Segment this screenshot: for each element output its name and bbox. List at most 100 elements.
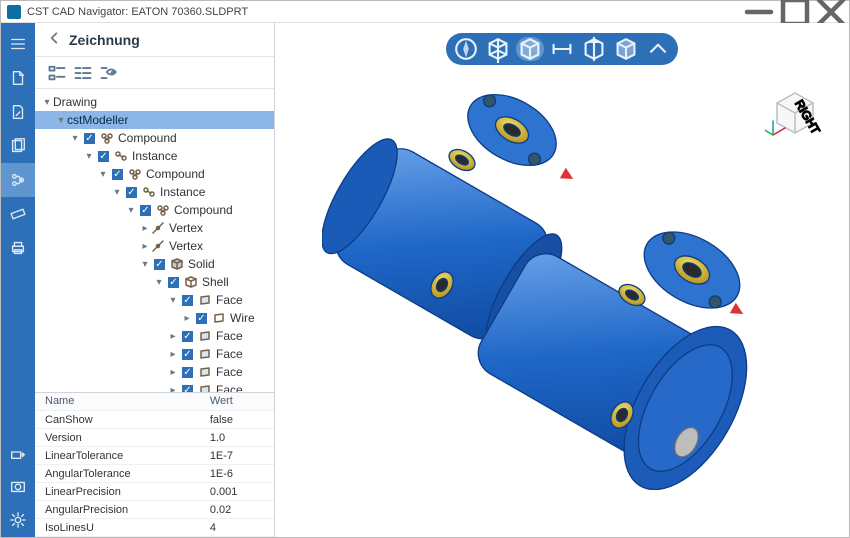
- tree-label: Solid: [188, 257, 215, 271]
- tree-row[interactable]: ▸✓Face: [35, 345, 274, 363]
- tree-collapse-icon[interactable]: ▾: [111, 187, 123, 198]
- face-icon: [198, 365, 212, 379]
- instance-icon: [114, 149, 128, 163]
- props-row[interactable]: AngularTolerance1E-6: [35, 465, 274, 483]
- props-row[interactable]: AngularPrecision0.02: [35, 501, 274, 519]
- tree-checkbox[interactable]: ✓: [181, 330, 194, 343]
- tree-checkbox[interactable]: ✓: [195, 312, 208, 325]
- props-row[interactable]: LinearPrecision0.001: [35, 483, 274, 501]
- tree-row[interactable]: ▾✓ Face: [35, 291, 274, 309]
- tree-row[interactable]: ▾cstModeller: [35, 111, 274, 129]
- tree-checkbox[interactable]: ✓: [83, 132, 96, 145]
- tree-expand-icon[interactable]: ▸: [167, 367, 179, 378]
- nav-compass-button[interactable]: [452, 37, 480, 61]
- tree-checkbox[interactable]: ✓: [139, 204, 152, 217]
- tree-checkbox[interactable]: ✓: [125, 186, 138, 199]
- tree-row[interactable]: ▸✓ Face: [35, 381, 274, 392]
- panel-title: Zeichnung: [69, 32, 262, 48]
- tree-row[interactable]: ▸Vertex: [35, 237, 274, 255]
- toolbar-collapse-button[interactable]: [644, 37, 672, 61]
- rail-export-button[interactable]: [1, 435, 35, 469]
- tree-expand-icon[interactable]: ▸: [167, 385, 179, 392]
- tree-row[interactable]: ▾✓Instance: [35, 183, 274, 201]
- tree-row[interactable]: ▸Vertex: [35, 219, 274, 237]
- rail-open-button[interactable]: [1, 95, 35, 129]
- tree-label: Instance: [132, 149, 177, 163]
- tree-collapse-icon[interactable]: ▾: [139, 259, 151, 270]
- viewport[interactable]: RIGHT: [275, 23, 849, 537]
- view-shaded-edges-button[interactable]: [516, 37, 544, 61]
- window-titlebar: CST CAD Navigator: EATON 70360.SLDPRT: [1, 1, 849, 23]
- rail-menu-button[interactable]: [1, 27, 35, 61]
- tree-collapse-icon[interactable]: ▾: [125, 205, 137, 216]
- panel-back-button[interactable]: [47, 31, 61, 48]
- tree-checkbox[interactable]: ✓: [181, 384, 194, 392]
- tree-row[interactable]: ▾✓ Solid: [35, 255, 274, 273]
- tree-checkbox[interactable]: ✓: [97, 150, 110, 163]
- tree-row[interactable]: ▾✓ Compound: [35, 201, 274, 219]
- tree-collapse-icon[interactable]: ▾: [83, 151, 95, 162]
- tree-label: Compound: [174, 203, 233, 217]
- tree-expand-icon[interactable]: ▸: [167, 331, 179, 342]
- props-row[interactable]: IsoLinesU4: [35, 519, 274, 537]
- rail-snapshot-button[interactable]: [1, 469, 35, 503]
- minimize-button[interactable]: [741, 1, 777, 23]
- tree-label: Face: [216, 365, 243, 379]
- tree-row[interactable]: ▾✓Compound: [35, 165, 274, 183]
- rail-settings-button[interactable]: [1, 503, 35, 537]
- tree-expand-icon[interactable]: ▸: [139, 223, 151, 234]
- tree-collapse-icon[interactable]: ▾: [55, 115, 67, 126]
- tree-checkbox[interactable]: ✓: [153, 258, 166, 271]
- tree-collapse-icon[interactable]: ▾: [97, 169, 109, 180]
- props-row[interactable]: Version1.0: [35, 429, 274, 447]
- rail-new-file-button[interactable]: [1, 61, 35, 95]
- props-row[interactable]: LinearTolerance1E-7: [35, 447, 274, 465]
- measure-distance-button[interactable]: [548, 37, 576, 61]
- tree-label: Wire: [230, 311, 255, 325]
- tree-label: Face: [216, 383, 243, 392]
- tree-expand-icon[interactable]: ▸: [167, 349, 179, 360]
- model-3d[interactable]: [322, 70, 802, 490]
- collapse-all-button[interactable]: [73, 64, 93, 82]
- tree-collapse-icon[interactable]: ▾: [153, 277, 165, 288]
- section-button[interactable]: [580, 37, 608, 61]
- view-cube-button[interactable]: [612, 37, 640, 61]
- props-header-value[interactable]: Wert: [200, 393, 274, 411]
- tree-row[interactable]: ▸✓ Wire: [35, 309, 274, 327]
- props-value: 4: [200, 519, 274, 537]
- rail-print-button[interactable]: [1, 231, 35, 265]
- tree-expand-icon[interactable]: ▸: [139, 241, 151, 252]
- tree-row[interactable]: ▸✓Face: [35, 327, 274, 345]
- tree-row[interactable]: ▾✓ Instance: [35, 147, 274, 165]
- tree-checkbox[interactable]: ✓: [111, 168, 124, 181]
- tree-collapse-icon[interactable]: ▾: [69, 133, 81, 144]
- tree-row[interactable]: ▾Drawing: [35, 93, 274, 111]
- model-tree[interactable]: ▾Drawing▾cstModeller▾✓Compound▾✓Instance…: [35, 89, 274, 392]
- close-button[interactable]: [813, 1, 849, 23]
- tree-row[interactable]: ▾✓Shell: [35, 273, 274, 291]
- tree-row[interactable]: ▸✓ Face: [35, 363, 274, 381]
- tree-collapse-icon[interactable]: ▾: [167, 295, 179, 306]
- props-value: 0.02: [200, 501, 274, 519]
- tree-expand-icon[interactable]: ▸: [181, 313, 193, 324]
- face-icon: [198, 347, 212, 361]
- maximize-button[interactable]: [777, 1, 813, 23]
- expand-all-button[interactable]: [47, 64, 67, 82]
- tree-checkbox[interactable]: ✓: [167, 276, 180, 289]
- tree-label: Face: [216, 293, 243, 307]
- rail-structure-button[interactable]: [1, 163, 35, 197]
- tree-checkbox[interactable]: ✓: [181, 366, 194, 379]
- props-row[interactable]: CanShowfalse: [35, 411, 274, 429]
- rail-documents-button[interactable]: [1, 129, 35, 163]
- tree-checkbox[interactable]: ✓: [181, 348, 194, 361]
- props-header-name[interactable]: Name: [35, 393, 200, 411]
- view-wireframe-button[interactable]: [484, 37, 512, 61]
- drawing-panel: Zeichnung ▾Drawing▾cstModeller▾✓Compound…: [35, 23, 275, 537]
- props-value: 1.0: [200, 429, 274, 447]
- tree-checkbox[interactable]: ✓: [181, 294, 194, 307]
- tree-row[interactable]: ▾✓Compound: [35, 129, 274, 147]
- tree-collapse-icon[interactable]: ▾: [41, 97, 53, 108]
- rail-measure-button[interactable]: [1, 197, 35, 231]
- viewport-toolbar: [446, 33, 678, 65]
- visibility-button[interactable]: [99, 64, 119, 82]
